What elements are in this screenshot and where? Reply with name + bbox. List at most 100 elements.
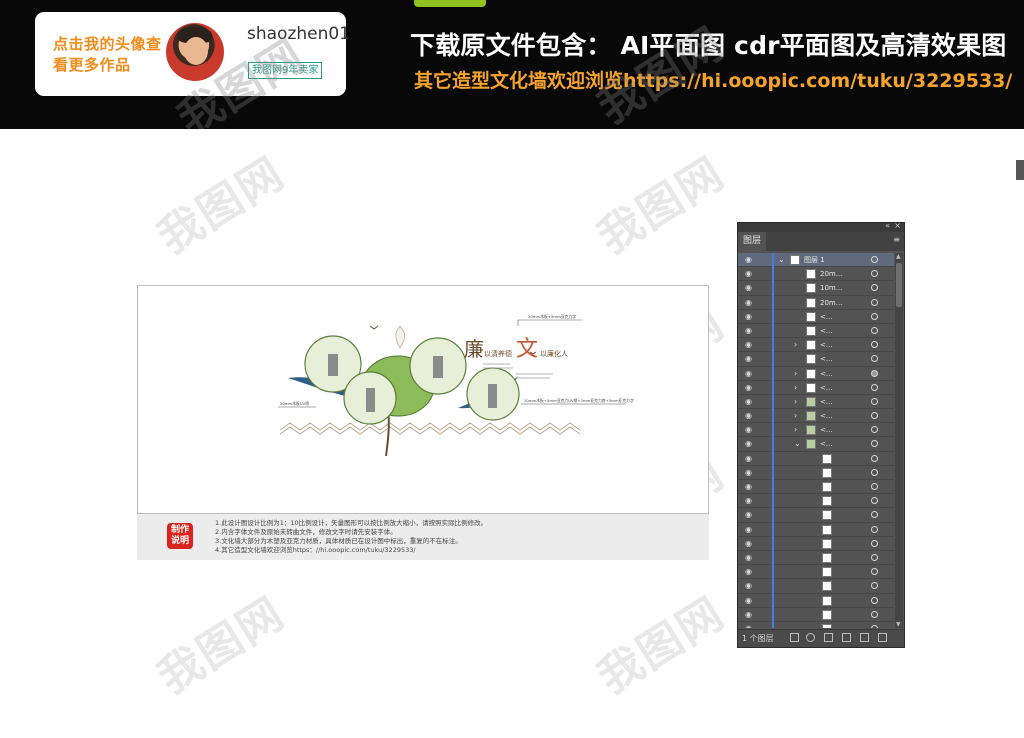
panel-menu-icon[interactable]: ≡ bbox=[893, 235, 900, 244]
eye-icon[interactable]: ◉ bbox=[745, 297, 752, 309]
layer-name[interactable]: <... bbox=[820, 310, 833, 324]
target-icon[interactable] bbox=[871, 426, 878, 434]
eye-icon[interactable]: ◉ bbox=[745, 453, 752, 465]
chevron-right-icon[interactable]: › bbox=[794, 381, 797, 394]
eye-icon[interactable]: ◉ bbox=[745, 609, 752, 621]
layer-row[interactable]: ◉ bbox=[738, 550, 894, 566]
chevron-right-icon[interactable]: › bbox=[794, 338, 797, 351]
target-icon[interactable] bbox=[871, 468, 878, 476]
target-icon[interactable] bbox=[871, 256, 878, 263]
eye-icon[interactable]: ◉ bbox=[745, 595, 752, 607]
browse-more-link[interactable]: 其它造型文化墙欢迎浏览https://hi.ooopic.com/tuku/32… bbox=[414, 66, 1012, 93]
layer-row[interactable]: ◉ bbox=[738, 465, 894, 480]
target-icon[interactable] bbox=[871, 383, 878, 391]
target-icon[interactable] bbox=[871, 582, 878, 590]
layer-row[interactable]: ◉ bbox=[738, 607, 894, 622]
layer-row[interactable]: ◉ › <... bbox=[738, 380, 894, 395]
trash-icon[interactable] bbox=[878, 633, 887, 642]
layer-row[interactable]: ◉ bbox=[738, 536, 894, 551]
target-icon[interactable] bbox=[871, 298, 878, 306]
eye-icon[interactable]: ◉ bbox=[745, 495, 752, 507]
eye-icon[interactable]: ◉ bbox=[745, 282, 752, 294]
eye-icon[interactable]: ◉ bbox=[745, 311, 752, 323]
layer-name[interactable]: <... bbox=[820, 324, 833, 338]
target-icon[interactable] bbox=[871, 369, 878, 377]
window-scroll-marker[interactable] bbox=[1016, 160, 1024, 180]
author-name[interactable]: shaozhen01 bbox=[247, 24, 350, 44]
layer-row-top[interactable]: ◉ ⌄ 图层 1 bbox=[738, 253, 894, 268]
target-icon[interactable] bbox=[871, 624, 878, 628]
eye-icon[interactable]: ◉ bbox=[745, 481, 752, 493]
target-icon[interactable] bbox=[871, 483, 878, 490]
layer-name[interactable]: <... bbox=[820, 381, 833, 395]
target-icon[interactable] bbox=[871, 596, 878, 604]
chevron-right-icon[interactable]: › bbox=[794, 395, 797, 408]
layers-panel[interactable]: « × 图层 ≡ ◉ ⌄ 图层 1 ◉ 20m... ◉ 10m... ◉ 20m... ◉ <..… bbox=[737, 221, 905, 648]
author-card[interactable]: 点击我的头像查看更多作品 shaozhen01 我图网9年卖家 bbox=[35, 12, 350, 96]
layer-name[interactable]: 图层 1 bbox=[804, 253, 825, 267]
layer-row[interactable]: ◉ bbox=[738, 579, 894, 594]
eye-icon[interactable]: ◉ bbox=[745, 325, 752, 337]
layer-row[interactable]: ◉ 20m... bbox=[738, 267, 894, 282]
target-icon[interactable] bbox=[871, 312, 878, 320]
eye-icon[interactable]: ◉ bbox=[745, 552, 752, 564]
target-icon[interactable] bbox=[871, 412, 878, 420]
double-chevron-icon[interactable]: « bbox=[885, 221, 890, 230]
tab-layers[interactable]: 图层 bbox=[738, 232, 766, 251]
target-icon[interactable] bbox=[871, 440, 878, 448]
layer-name[interactable]: <... bbox=[820, 367, 833, 381]
layer-row[interactable]: ◉ 10m... bbox=[738, 281, 894, 296]
export-icon[interactable] bbox=[790, 633, 799, 642]
close-icon[interactable]: × bbox=[894, 221, 901, 230]
scroll-down-icon[interactable]: ▼ bbox=[896, 621, 901, 628]
eye-icon[interactable]: ◉ bbox=[745, 467, 752, 479]
layer-name[interactable]: 20m... bbox=[820, 267, 842, 281]
layer-list[interactable]: ◉ ⌄ 图层 1 ◉ 20m... ◉ 10m... ◉ 20m... ◉ <... ◉ <... ◉ › <… bbox=[738, 253, 894, 628]
layer-row[interactable]: ◉ bbox=[738, 494, 894, 509]
layer-row[interactable]: ◉ ⌄ <... bbox=[738, 437, 894, 452]
chevron-right-icon[interactable]: › bbox=[794, 367, 797, 380]
target-icon[interactable] bbox=[871, 397, 878, 405]
layer-name[interactable]: <... bbox=[820, 423, 833, 437]
scroll-thumb[interactable] bbox=[896, 263, 902, 307]
eye-icon[interactable]: ◉ bbox=[745, 410, 752, 422]
eye-icon[interactable]: ◉ bbox=[745, 382, 752, 394]
eye-icon[interactable]: ◉ bbox=[745, 524, 752, 536]
eye-icon[interactable]: ◉ bbox=[745, 538, 752, 550]
new-layer-icon[interactable] bbox=[860, 633, 869, 642]
layer-row[interactable]: ◉ › <... bbox=[738, 394, 894, 410]
clipping-mask-icon[interactable] bbox=[824, 633, 833, 642]
layer-row[interactable]: ◉ › <... bbox=[738, 338, 894, 353]
chevron-right-icon[interactable]: › bbox=[794, 423, 797, 436]
artboard[interactable]: 廉 文 以清养德 以廉化人 20mm木板+5mm亚克力字 20mm木板UV喷 2… bbox=[137, 285, 709, 514]
eye-icon[interactable]: ◉ bbox=[745, 353, 752, 365]
target-icon[interactable] bbox=[871, 553, 878, 561]
target-icon[interactable] bbox=[871, 341, 878, 349]
layer-row[interactable]: ◉ <... bbox=[738, 309, 894, 324]
layer-name[interactable]: <... bbox=[820, 338, 833, 352]
eye-icon[interactable]: ◉ bbox=[745, 424, 752, 436]
layer-name[interactable]: 20m... bbox=[820, 296, 842, 310]
layer-row[interactable]: ◉ › <... bbox=[738, 423, 894, 438]
chevron-down-icon[interactable]: ⌄ bbox=[778, 253, 785, 266]
layer-name[interactable]: <... bbox=[820, 437, 833, 451]
eye-icon[interactable]: ◉ bbox=[745, 339, 752, 351]
eye-icon[interactable]: ◉ bbox=[745, 580, 752, 592]
chevron-right-icon[interactable]: › bbox=[794, 409, 797, 422]
layer-name[interactable]: <... bbox=[820, 395, 833, 409]
layer-name[interactable]: <... bbox=[820, 352, 833, 366]
eye-icon[interactable]: ◉ bbox=[745, 509, 752, 521]
target-icon[interactable] bbox=[871, 284, 878, 292]
layer-row[interactable]: ◉ bbox=[738, 522, 894, 537]
eye-icon[interactable]: ◉ bbox=[745, 368, 752, 380]
scroll-up-icon[interactable]: ▲ bbox=[896, 253, 901, 260]
new-sublayer-icon[interactable] bbox=[842, 633, 851, 642]
eye-icon[interactable]: ◉ bbox=[745, 438, 752, 450]
target-icon[interactable] bbox=[871, 511, 878, 519]
eye-icon[interactable]: ◉ bbox=[745, 396, 752, 408]
eye-icon[interactable]: ◉ bbox=[745, 623, 752, 628]
layer-name[interactable]: 10m... bbox=[820, 281, 842, 295]
target-icon[interactable] bbox=[871, 270, 878, 278]
target-icon[interactable] bbox=[871, 454, 878, 462]
eye-icon[interactable]: ◉ bbox=[745, 566, 752, 578]
